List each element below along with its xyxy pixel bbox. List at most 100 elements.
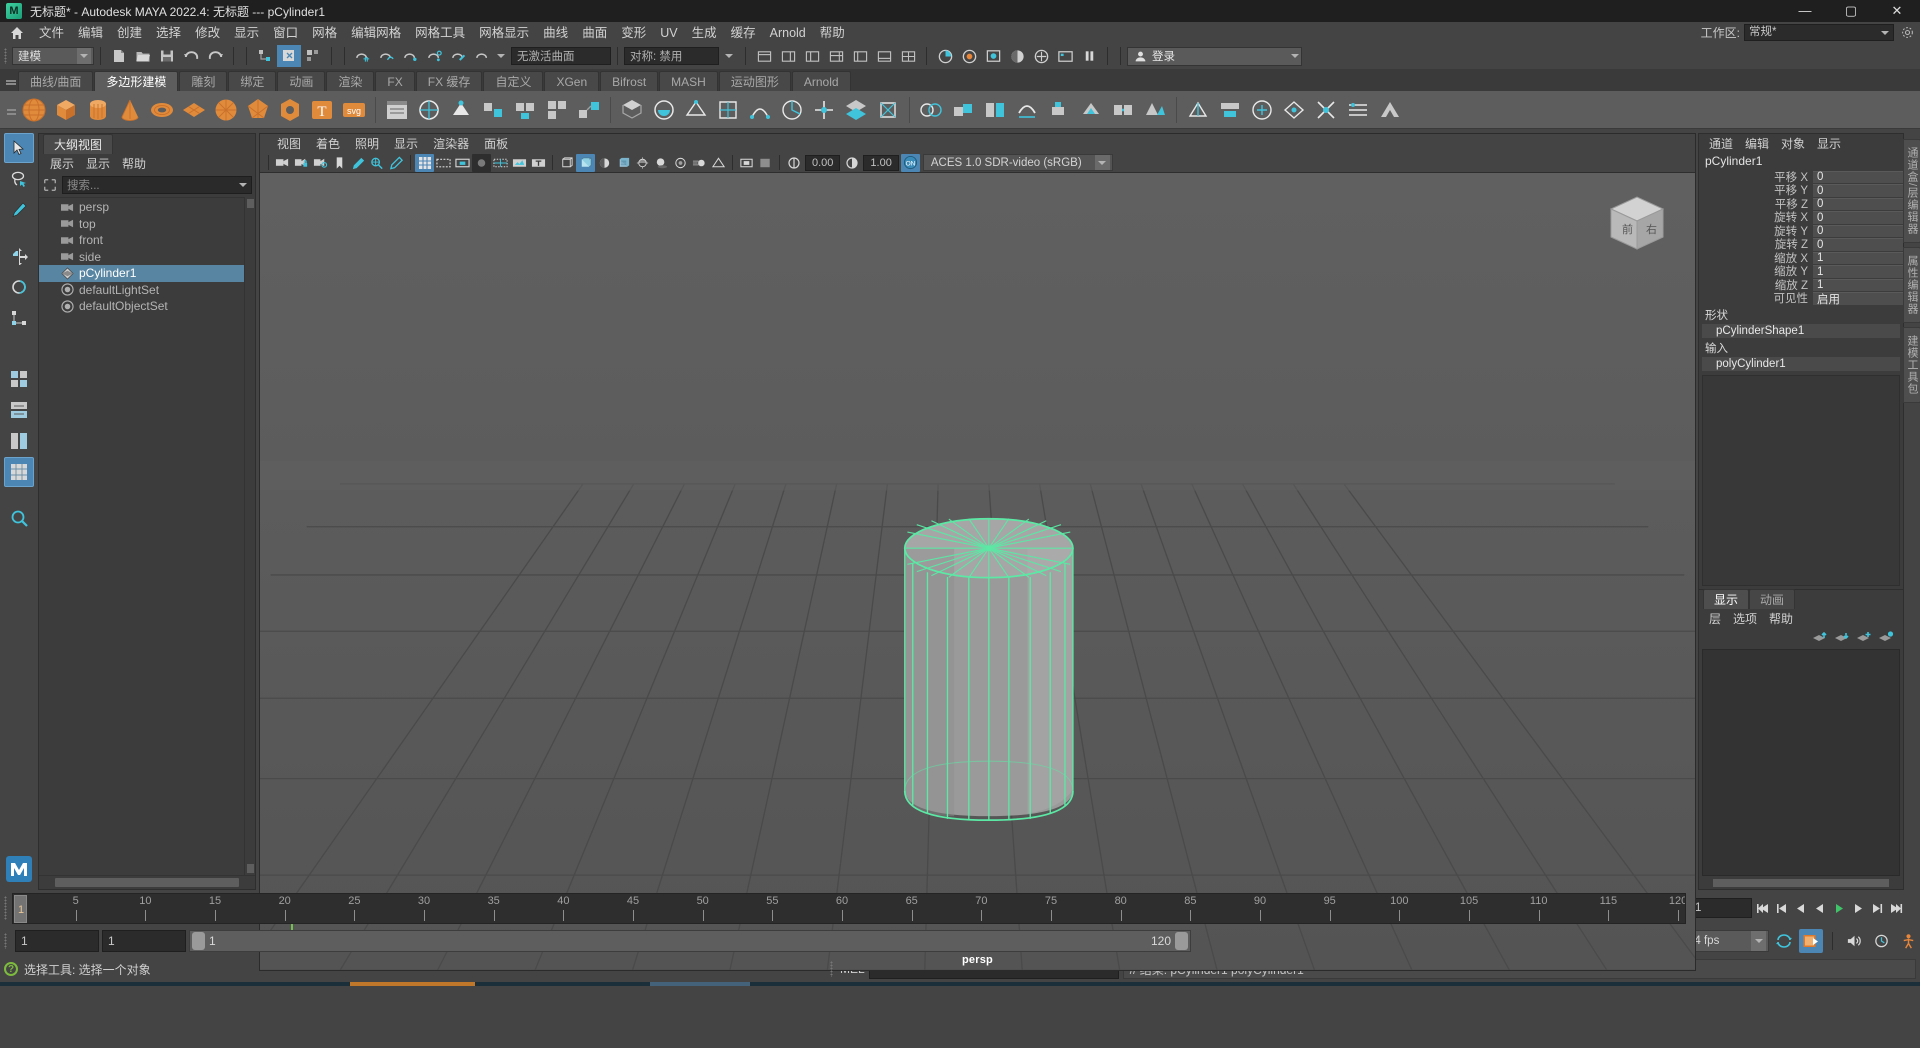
snap-to-projected-center-icon[interactable] bbox=[423, 45, 447, 67]
menu-item-8[interactable]: 编辑网格 bbox=[344, 23, 408, 43]
poly-torus-icon[interactable] bbox=[147, 94, 177, 126]
right-tab-0[interactable]: 通道盒/层编辑器 bbox=[1903, 139, 1920, 243]
outliner-item-defaultLightSet[interactable]: defaultLightSet bbox=[39, 282, 244, 299]
grid-toggle-icon[interactable] bbox=[415, 154, 434, 172]
outliner-item-pCylinder1[interactable]: pCylinder1 bbox=[39, 265, 244, 282]
select-camera-icon[interactable] bbox=[273, 154, 292, 172]
taskbar-app[interactable] bbox=[650, 982, 750, 986]
quad-layout-icon[interactable] bbox=[4, 364, 34, 394]
duplicate-face-icon[interactable] bbox=[873, 94, 903, 126]
snap-to-grid-icon[interactable] bbox=[351, 45, 375, 67]
viewport-menu-1[interactable]: 着色 bbox=[309, 134, 347, 153]
exposure-value[interactable]: 0.00 bbox=[805, 155, 840, 171]
bookmark-icon[interactable] bbox=[330, 154, 349, 172]
poly-plane-icon[interactable] bbox=[179, 94, 209, 126]
animation-preferences-icon[interactable] bbox=[1799, 929, 1823, 953]
close-button[interactable]: ✕ bbox=[1874, 0, 1920, 22]
shelf-tab-7[interactable]: FX 缓存 bbox=[416, 71, 483, 91]
layer-editor-menu-1[interactable]: 选项 bbox=[1728, 609, 1762, 628]
show-hide-attribute-editor-icon[interactable] bbox=[776, 45, 800, 67]
wireframe-icon[interactable] bbox=[557, 154, 576, 172]
channel-box-menu-3[interactable]: 显示 bbox=[1812, 134, 1846, 153]
menu-item-12[interactable]: 曲面 bbox=[575, 23, 614, 43]
right-tab-2[interactable]: 建模工具包 bbox=[1903, 327, 1920, 403]
shelf-tab-12[interactable]: 运动图形 bbox=[719, 71, 791, 91]
range-end-handle[interactable] bbox=[1175, 932, 1188, 950]
use-all-lights-icon[interactable] bbox=[633, 154, 652, 172]
field-chart-icon[interactable] bbox=[491, 154, 510, 172]
statusline-grip[interactable] bbox=[2, 46, 10, 66]
menu-item-1[interactable]: 编辑 bbox=[71, 23, 110, 43]
layer-list[interactable] bbox=[1702, 649, 1900, 876]
connect-icon[interactable] bbox=[916, 94, 946, 126]
outliner-persp-layout-icon[interactable] bbox=[4, 395, 34, 425]
outliner-scroll-track[interactable] bbox=[244, 197, 255, 875]
menu-item-0[interactable]: 文件 bbox=[32, 23, 71, 43]
mirror-icon[interactable] bbox=[1140, 94, 1170, 126]
show-hide-tool-settings-icon[interactable] bbox=[800, 45, 824, 67]
menu-item-17[interactable]: Arnold bbox=[763, 23, 813, 43]
step-forward-key-icon[interactable] bbox=[1868, 898, 1885, 918]
show-hide-outliner-icon[interactable] bbox=[848, 45, 872, 67]
show-hide-editors-icon[interactable] bbox=[752, 45, 776, 67]
merge-icon[interactable] bbox=[980, 94, 1010, 126]
poly-cylinder-icon[interactable] bbox=[83, 94, 113, 126]
detach-icon[interactable] bbox=[948, 94, 978, 126]
make-live-icon[interactable] bbox=[471, 45, 495, 67]
play-forwards-icon[interactable] bbox=[1830, 898, 1847, 918]
sound-icon[interactable] bbox=[1842, 929, 1866, 953]
loop-playback-icon[interactable] bbox=[1772, 929, 1796, 953]
viewport-3d-canvas[interactable]: 前 右 y z x persp bbox=[260, 173, 1695, 970]
live-surface-field[interactable]: 无激活曲面 bbox=[511, 47, 611, 65]
pause-render-icon[interactable] bbox=[1077, 45, 1101, 67]
play-backwards-icon[interactable] bbox=[1811, 898, 1828, 918]
lock-camera-icon[interactable] bbox=[292, 154, 311, 172]
animation-start-field[interactable]: 1 bbox=[15, 930, 99, 952]
shelf-tab-6[interactable]: FX bbox=[375, 71, 414, 91]
channel-value[interactable]: 0 bbox=[1813, 238, 1903, 251]
sculpt-target-icon[interactable] bbox=[446, 94, 476, 126]
menu-item-3[interactable]: 选择 bbox=[149, 23, 188, 43]
viewport-menu-5[interactable]: 面板 bbox=[477, 134, 515, 153]
channel-value[interactable]: 启用 bbox=[1813, 292, 1903, 305]
light-render-icon[interactable] bbox=[1029, 45, 1053, 67]
scroll-up-arrow[interactable] bbox=[247, 199, 254, 208]
separate-icon[interactable] bbox=[617, 94, 647, 126]
layer-move-up-icon[interactable] bbox=[1811, 629, 1829, 645]
filter-icon[interactable] bbox=[41, 176, 59, 194]
ipr-render-icon[interactable] bbox=[957, 45, 981, 67]
shelf-tab-8[interactable]: 自定义 bbox=[483, 71, 543, 91]
viewport-menu-0[interactable]: 视图 bbox=[270, 134, 308, 153]
outliner-item-persp[interactable]: persp bbox=[39, 199, 244, 216]
multi-cut-icon[interactable] bbox=[1044, 94, 1074, 126]
chevron-down-icon[interactable] bbox=[725, 54, 733, 58]
menu-item-7[interactable]: 网格 bbox=[305, 23, 344, 43]
symmetrize-icon[interactable] bbox=[1311, 94, 1341, 126]
safe-title-icon[interactable] bbox=[529, 154, 548, 172]
outliner-tab[interactable]: 大纲视图 bbox=[39, 134, 255, 154]
shelf-tab-13[interactable]: Arnold bbox=[792, 71, 851, 91]
select-tool-icon[interactable] bbox=[4, 133, 34, 163]
single-perspective-view-icon[interactable] bbox=[4, 457, 34, 487]
fill-hole-icon[interactable] bbox=[1012, 94, 1042, 126]
layer-editor-tab-0[interactable]: 显示 bbox=[1703, 589, 1749, 609]
symmetry-field[interactable]: 对称: 禁用 bbox=[624, 47, 719, 65]
range-start-field[interactable]: 1 bbox=[102, 930, 186, 952]
shelf-tab-3[interactable]: 绑定 bbox=[228, 71, 276, 91]
menu-item-10[interactable]: 网格显示 bbox=[472, 23, 536, 43]
select-by-hierarchy-icon[interactable] bbox=[253, 45, 277, 67]
layer-editor-tab-1[interactable]: 动画 bbox=[1749, 589, 1795, 609]
shaded-wireframe-icon[interactable] bbox=[595, 154, 614, 172]
hypershade-layout-icon[interactable] bbox=[4, 503, 34, 533]
channel-value[interactable]: 0 bbox=[1813, 171, 1903, 184]
shelf-tab-9[interactable]: XGen bbox=[544, 71, 599, 91]
outliner-menu-0[interactable]: 展示 bbox=[45, 154, 79, 173]
taskbar-active-app[interactable] bbox=[350, 982, 475, 986]
quad-draw-icon[interactable] bbox=[1076, 94, 1106, 126]
current-frame-field[interactable]: 1 bbox=[1690, 898, 1752, 918]
select-by-component-icon[interactable] bbox=[301, 45, 325, 67]
menu-item-4[interactable]: 修改 bbox=[188, 23, 227, 43]
wedge-icon[interactable] bbox=[809, 94, 839, 126]
shelf-tab-4[interactable]: 动画 bbox=[277, 71, 325, 91]
smooth-shade-icon[interactable] bbox=[576, 154, 595, 172]
